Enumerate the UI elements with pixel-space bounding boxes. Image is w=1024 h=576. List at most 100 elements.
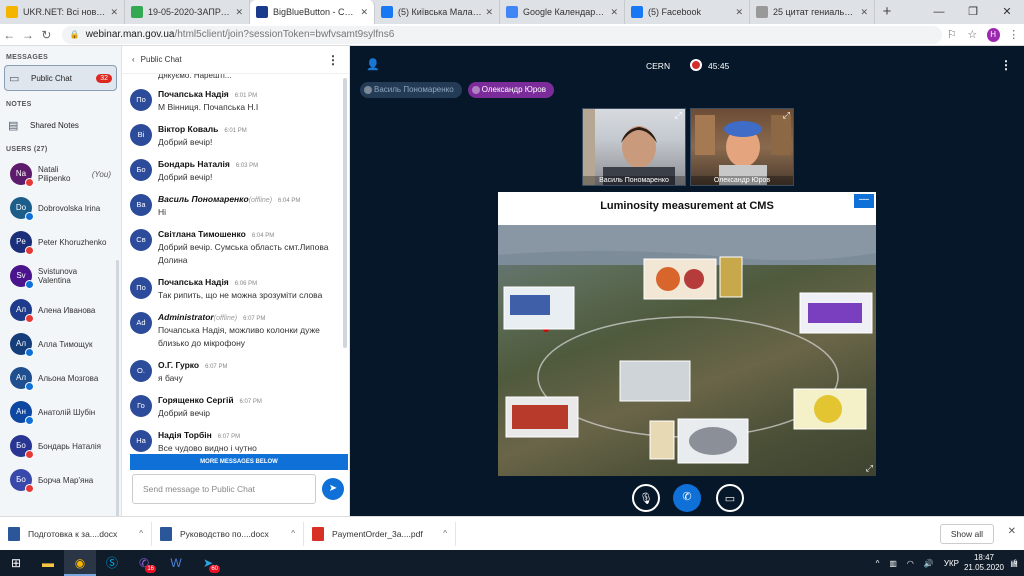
- leave-audio-button[interactable]: ✆: [673, 484, 701, 512]
- message-time: 6:06 PM: [234, 281, 258, 287]
- tab-title: 25 цитат гениальных людей: [773, 7, 858, 17]
- browser-tab[interactable]: Google Календарь - календарь✕: [500, 0, 625, 24]
- close-tab-icon[interactable]: ✕: [610, 7, 618, 18]
- viber-icon[interactable]: ✆ 16: [128, 550, 160, 576]
- talker-2[interactable]: Олександр Юров: [467, 82, 554, 98]
- download-item[interactable]: Подготовка к за....docx ^: [0, 521, 152, 546]
- download-item[interactable]: PaymentOrder_3a....pdf ^: [304, 521, 456, 546]
- translate-icon[interactable]: ⚐: [942, 28, 962, 41]
- chrome-icon[interactable]: ◉: [64, 550, 96, 576]
- window-controls: — ❐ ✕: [922, 0, 1024, 24]
- user-avatar: Бо: [10, 469, 34, 493]
- user-list-item[interactable]: Ал Алена Иванова: [0, 293, 121, 327]
- address-bar: ← → ↻ 🔒 webinar.man.gov.ua /html5client/…: [0, 24, 1024, 46]
- options-kebab-icon[interactable]: ⋮: [1000, 58, 1012, 72]
- telegram-icon[interactable]: ➤ 60: [192, 550, 224, 576]
- user-list-item[interactable]: Бо Бондарь Наталія: [0, 429, 121, 463]
- talker-1[interactable]: Василь Пономаренко: [360, 82, 462, 98]
- profile-avatar[interactable]: Н: [986, 27, 1000, 42]
- public-chat-item[interactable]: ▭ Public Chat 32: [4, 65, 117, 91]
- more-messages-button[interactable]: MORE MESSAGES BELOW: [130, 454, 348, 470]
- browser-tab[interactable]: (5) Facebook ✕: [625, 0, 750, 24]
- user-list-item[interactable]: Ал Альона Мозгова: [0, 361, 121, 395]
- browser-tab[interactable]: UKR.NET: Всі новини України✕: [0, 0, 125, 24]
- fullscreen-icon[interactable]: ⤢: [866, 463, 873, 474]
- language-indicator[interactable]: УКР: [944, 559, 959, 568]
- favicon-icon: [506, 6, 518, 18]
- chat-message: Ві Віктор Коваль 6:01 PM Добрий вечір!: [122, 119, 342, 154]
- users-scrollbar[interactable]: [116, 260, 119, 516]
- user-icon[interactable]: 👤: [366, 58, 380, 71]
- browser-tab[interactable]: 19-05-2020-ЗАПРОШЕННЯ✕: [125, 0, 250, 24]
- close-tab-icon[interactable]: ✕: [735, 7, 743, 18]
- user-avatar: Бо: [10, 435, 34, 459]
- user-list-item[interactable]: Sv Svistunova Valentina: [0, 259, 121, 293]
- maximize-button[interactable]: ❐: [956, 0, 990, 24]
- minimize-presentation-button[interactable]: —: [854, 194, 874, 208]
- file-explorer-icon[interactable]: ▬: [32, 550, 64, 576]
- chevron-up-icon[interactable]: ^: [291, 529, 295, 538]
- close-window-button[interactable]: ✕: [990, 0, 1024, 24]
- download-item[interactable]: Руководство по....docx ^: [152, 521, 304, 546]
- notifications-icon[interactable]: ▤ 6: [1004, 559, 1024, 568]
- tray-chevron-icon[interactable]: ^: [876, 559, 880, 568]
- user-list-item[interactable]: Ан Анатолій Шубін: [0, 395, 121, 429]
- user-list-item[interactable]: Do Dobrovolska Irina: [0, 191, 121, 225]
- network-icon[interactable]: ▥: [889, 559, 897, 568]
- close-tab-icon[interactable]: ✕: [110, 7, 118, 18]
- back-arrow-icon[interactable]: ←: [0, 28, 19, 42]
- webcam-2[interactable]: Олександр Юров ⤢: [690, 108, 794, 186]
- send-icon[interactable]: ➤: [322, 478, 344, 500]
- url-field[interactable]: 🔒 webinar.man.gov.ua /html5client/join?s…: [61, 25, 942, 44]
- user-list-item[interactable]: Pe Peter Khoruzhenko: [0, 225, 121, 259]
- share-webcam-button[interactable]: ▭: [716, 484, 744, 512]
- chat-options-icon[interactable]: ⋮: [327, 53, 339, 67]
- close-downloads-icon[interactable]: ✕: [1008, 526, 1016, 537]
- close-tab-icon[interactable]: ✕: [235, 7, 243, 18]
- recording-icon[interactable]: [690, 59, 702, 71]
- message-avatar: Ві: [130, 124, 152, 146]
- chat-input[interactable]: Send message to Public Chat: [132, 474, 316, 504]
- chat-bubble-icon: ▭: [9, 72, 20, 85]
- message-avatar: Ad: [130, 312, 152, 334]
- wifi-icon[interactable]: ◠: [907, 559, 914, 568]
- windows-start-icon[interactable]: ⊞: [0, 550, 32, 576]
- user-list-item[interactable]: Ал Алла Тимощук: [0, 327, 121, 361]
- expand-icon[interactable]: ⤢: [783, 110, 790, 121]
- user-list-item[interactable]: Бо Борча Мар'яна: [0, 463, 121, 497]
- tab-title: Google Календарь - календарь: [523, 7, 607, 17]
- show-all-button[interactable]: Show all: [939, 524, 994, 544]
- user-name: Dobrovolska Irina: [38, 203, 101, 213]
- mute-microphone-button[interactable]: 🎙: [632, 484, 660, 512]
- volume-icon[interactable]: 🔊: [924, 559, 934, 568]
- presentation-slide[interactable]: Luminosity measurement at CMS — ⤢: [498, 192, 876, 476]
- chevron-up-icon[interactable]: ^: [443, 529, 447, 538]
- menu-kebab-icon[interactable]: ⋮: [1004, 28, 1024, 41]
- user-list-item[interactable]: Na Natali Pilipenko (You): [0, 157, 121, 191]
- chevron-up-icon[interactable]: ^: [139, 529, 143, 538]
- file-icon: [160, 526, 172, 541]
- reload-icon[interactable]: ↻: [37, 28, 56, 42]
- new-tab-button[interactable]: +: [875, 0, 899, 24]
- browser-tab[interactable]: (5) Київська Мала академія✕: [375, 0, 500, 24]
- clock[interactable]: 18:47 21.05.2020: [964, 553, 1004, 573]
- chat-scrollbar[interactable]: [343, 78, 347, 348]
- minimize-button[interactable]: —: [922, 0, 956, 24]
- message-avatar: Св: [130, 229, 152, 251]
- browser-tab[interactable]: BigBlueButton - CERN ✕: [250, 0, 375, 24]
- chevron-left-icon[interactable]: ‹: [132, 55, 135, 64]
- forward-arrow-icon[interactable]: →: [19, 28, 38, 42]
- expand-icon[interactable]: ⤢: [675, 110, 682, 121]
- bookmark-star-icon[interactable]: ☆: [962, 28, 982, 41]
- word-icon[interactable]: W: [160, 550, 192, 576]
- skype-icon[interactable]: Ⓢ: [96, 550, 128, 576]
- listen-only-icon: [25, 212, 34, 221]
- close-tab-icon[interactable]: ✕: [485, 7, 493, 18]
- close-tab-icon[interactable]: ✕: [360, 7, 368, 18]
- tab-title: (5) Київська Мала академія: [398, 7, 482, 17]
- webcam-1[interactable]: Василь Пономаренко ⤢: [582, 108, 686, 186]
- shared-notes-item[interactable]: ▤ Shared Notes: [0, 112, 121, 138]
- close-tab-icon[interactable]: ✕: [860, 7, 868, 18]
- download-filename: Руководство по....docx: [180, 528, 269, 539]
- browser-tab[interactable]: 25 цитат гениальных людей✕: [750, 0, 875, 24]
